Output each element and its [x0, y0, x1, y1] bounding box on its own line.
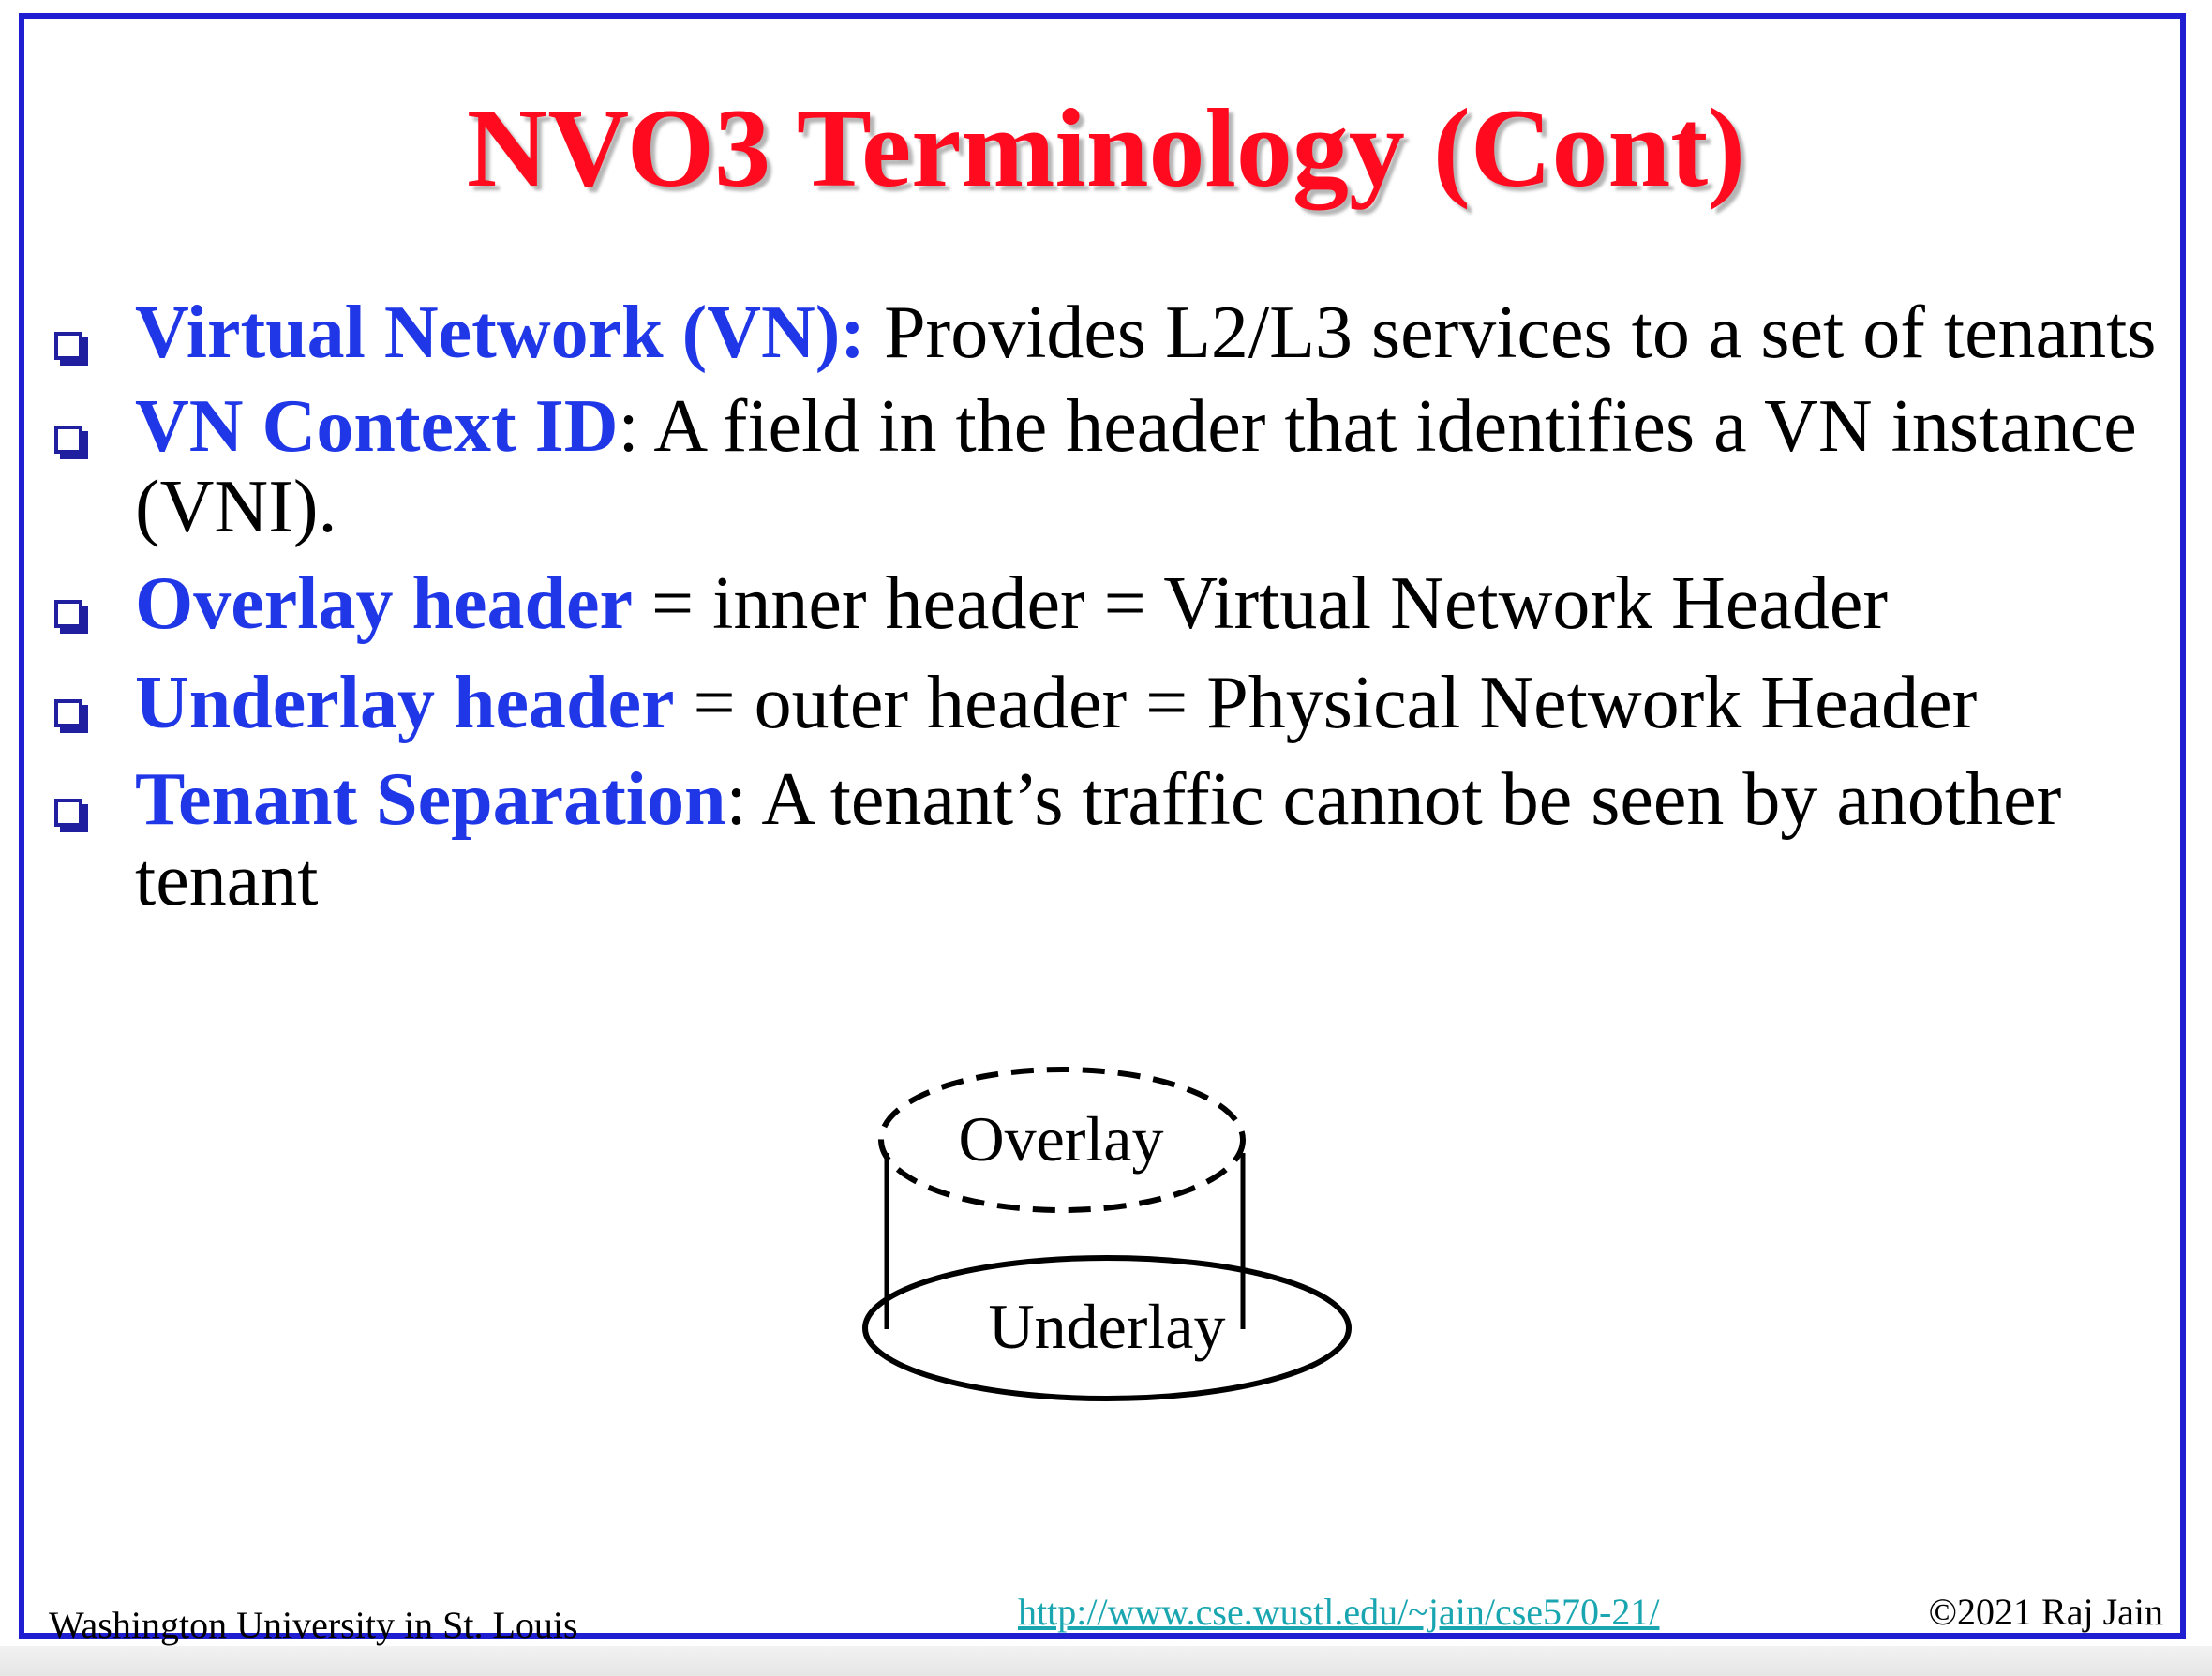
checkbox-bullet-icon	[54, 426, 82, 454]
overlay-label: Overlay	[958, 1103, 1163, 1175]
slide-title: NVO3 Terminology (Cont)	[466, 85, 1746, 210]
checkbox-bullet-icon	[54, 332, 82, 360]
footer-institution: Washington University in St. Louis	[49, 1604, 578, 1646]
checkbox-bullet-icon	[54, 699, 82, 727]
bullet-item-underlay-header: Underlay header = outer header = Physica…	[47, 660, 2165, 746]
underlay-label: Underlay	[988, 1291, 1225, 1362]
bullet-item-overlay-header: Overlay header = inner header = Virtual …	[47, 561, 2165, 647]
bullet-term: Overlay header	[135, 562, 633, 645]
page-edge	[0, 1646, 2212, 1676]
bullet-item-tenant-separation: Tenant Separation: A tenant’s traffic ca…	[47, 759, 2165, 920]
bullet-term: Underlay header	[135, 662, 675, 744]
checkbox-bullet-icon	[54, 799, 82, 827]
footer-copyright: ©2021 Raj Jain	[1928, 1591, 2163, 1633]
bullet-list: Virtual Network (VN): Provides L2/L3 ser…	[47, 292, 2165, 934]
bullet-item-virtual-network: Virtual Network (VN): Provides L2/L3 ser…	[47, 292, 2165, 373]
bullet-text: Provides L2/L3 services to a set of tena…	[865, 292, 2157, 374]
bullet-text: = outer header = Physical Network Header	[674, 662, 1978, 744]
bullet-term: Tenant Separation	[135, 758, 726, 841]
bullet-term: VN Context ID	[135, 385, 619, 468]
footer-course-link[interactable]: http://www.cse.wustl.edu/~jain/cse570-21…	[1018, 1590, 1660, 1634]
checkbox-bullet-icon	[54, 600, 82, 628]
bullet-term: Virtual Network (VN):	[135, 292, 866, 374]
overlay-underlay-diagram: Overlay Underlay	[862, 1067, 1352, 1401]
bullet-item-vn-context-id: VN Context ID: A field in the header tha…	[47, 386, 2165, 547]
bullet-text: = inner header = Virtual Network Header	[632, 562, 1888, 645]
